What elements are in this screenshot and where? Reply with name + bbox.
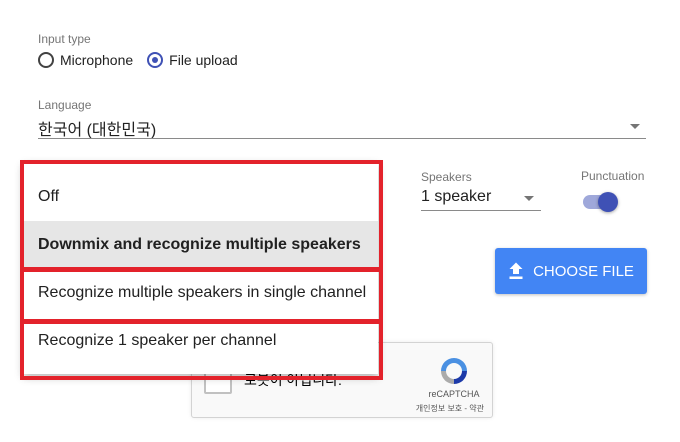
punctuation-label: Punctuation <box>581 169 645 183</box>
speaker-mode-dropdown-menu: Off Downmix and recognize multiple speak… <box>23 162 378 374</box>
recaptcha-logo-icon <box>441 358 467 384</box>
file-upload-radio-circle[interactable] <box>147 52 164 68</box>
language-select-underline <box>38 138 646 139</box>
language-label: Language <box>38 98 92 112</box>
choose-file-button-label: CHOOSE FILE <box>533 262 634 280</box>
menu-item-off[interactable]: Off <box>23 173 378 221</box>
input-type-radio-group: Microphone File upload <box>38 52 252 68</box>
menu-item-one-speaker-per-channel[interactable]: Recognize 1 speaker per channel <box>23 317 378 365</box>
punctuation-toggle-thumb[interactable] <box>598 192 618 212</box>
language-select-value[interactable]: 한국어 (대한민국) <box>38 116 156 140</box>
speakers-select-value[interactable]: 1 speaker <box>421 188 491 206</box>
chevron-down-icon[interactable] <box>630 124 640 129</box>
file-upload-radio-label: File upload <box>169 52 238 68</box>
microphone-radio-circle[interactable] <box>38 52 54 68</box>
upload-icon <box>509 262 523 279</box>
chevron-down-icon[interactable] <box>524 196 534 201</box>
input-type-label: Input type <box>38 32 91 46</box>
recaptcha-privacy-terms-links[interactable]: 개인정보 보호 - 약관 <box>384 403 484 414</box>
speakers-label: Speakers <box>421 170 472 184</box>
menu-item-multiple-speakers-single-channel[interactable]: Recognize multiple speakers in single ch… <box>23 269 378 317</box>
menu-item-downmix-multiple-speakers[interactable]: Downmix and recognize multiple speakers <box>23 221 378 269</box>
file-upload-radio[interactable]: File upload <box>147 52 238 68</box>
recaptcha-brand: reCAPTCHA <box>428 389 480 399</box>
speakers-select-underline <box>421 210 541 211</box>
microphone-radio[interactable]: Microphone <box>38 52 133 68</box>
choose-file-button[interactable]: CHOOSE FILE <box>495 248 647 294</box>
microphone-radio-label: Microphone <box>60 52 134 68</box>
